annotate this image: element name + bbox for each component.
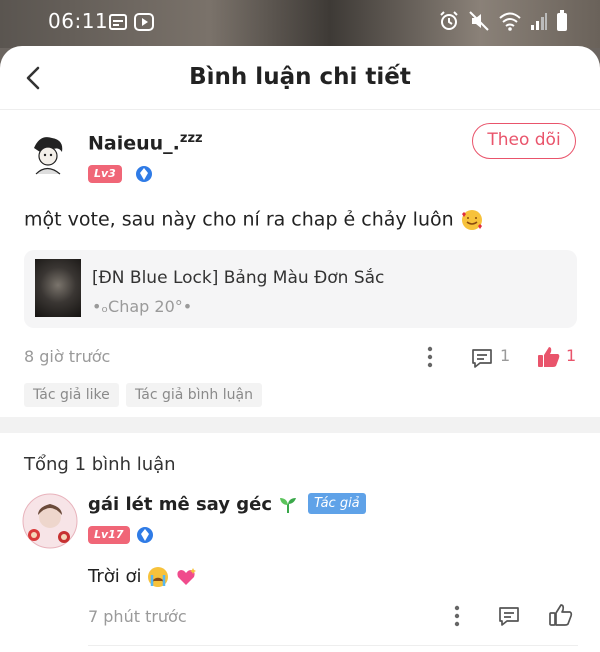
thumbs-up-icon[interactable]	[548, 602, 574, 628]
like-count: 1	[566, 346, 577, 365]
comment-text: một vote, sau này cho ní ra chap ẻ chảy …	[24, 208, 484, 232]
signal-icon	[531, 13, 547, 30]
sparkling-heart-emoji-icon	[177, 568, 196, 585]
level-badge: Lv3	[88, 165, 122, 183]
play-store-icon	[134, 13, 154, 31]
reply-timestamp: 7 phút trước	[88, 607, 187, 626]
comment-detail-sheet: Bình luận chi tiết Naieuu_.zzz Lv3 Theo …	[0, 46, 600, 652]
reply-avatar[interactable]	[22, 493, 78, 549]
reply-text: Trời ơi	[88, 566, 197, 588]
total-comments-label: Tổng 1 bình luận	[24, 454, 176, 475]
more-options-icon[interactable]	[424, 344, 436, 370]
comment-count: 1	[500, 346, 511, 365]
thumbs-up-filled-icon[interactable]	[536, 344, 562, 370]
author-badge: Tác giả	[308, 493, 366, 514]
post-username[interactable]: Naieuu_.zzz	[88, 131, 203, 154]
story-card[interactable]: [ĐN Blue Lock] Bảng Màu Đơn Sắc •ₒChap 2…	[24, 250, 577, 328]
main-comment: Naieuu_.zzz Lv3 Theo dõi một vote, sau n…	[0, 110, 600, 416]
username-suffix: zzz	[179, 131, 203, 146]
status-bar: 06:11	[0, 0, 600, 48]
reply-diamond-icon	[137, 527, 153, 543]
reply-username[interactable]: gái lét mê say géc	[88, 494, 325, 515]
username-text: Naieuu_.	[88, 132, 180, 155]
diamond-icon	[136, 166, 152, 182]
avatar[interactable]	[22, 130, 72, 180]
story-chapter: •ₒChap 20°•	[92, 297, 193, 316]
smiling-hearts-emoji-icon	[461, 210, 482, 230]
comment-icon[interactable]	[470, 346, 494, 370]
section-divider	[0, 417, 600, 433]
seedling-icon	[280, 498, 297, 513]
comment-text-body: một vote, sau này cho ní ra chap ẻ chảy …	[24, 208, 454, 231]
reply-username-text: gái lét mê say géc	[88, 494, 273, 515]
reply-comment-icon[interactable]	[497, 604, 521, 628]
story-cover-image	[35, 259, 81, 317]
status-time: 06:11	[48, 9, 109, 33]
story-title: [ĐN Blue Lock] Bảng Màu Đơn Sắc	[92, 268, 385, 288]
calendar-icon	[109, 14, 127, 30]
follow-button[interactable]: Theo dõi	[472, 123, 576, 159]
alarm-icon	[440, 11, 458, 30]
tag-author-liked: Tác giả like	[24, 383, 119, 407]
header: Bình luận chi tiết	[0, 46, 600, 110]
tag-author-commented: Tác giả bình luận	[126, 383, 262, 407]
battery-icon	[557, 10, 567, 31]
reply-more-options-icon[interactable]	[451, 603, 463, 629]
reply-divider	[88, 645, 578, 646]
wifi-icon	[499, 12, 521, 31]
crying-face-emoji-icon	[148, 567, 169, 587]
mute-icon	[469, 11, 489, 31]
page-title: Bình luận chi tiết	[189, 64, 411, 90]
post-timestamp: 8 giờ trước	[24, 347, 111, 366]
reply-text-body: Trời ơi	[88, 566, 142, 587]
reply-level-badge: Lv17	[88, 526, 130, 544]
